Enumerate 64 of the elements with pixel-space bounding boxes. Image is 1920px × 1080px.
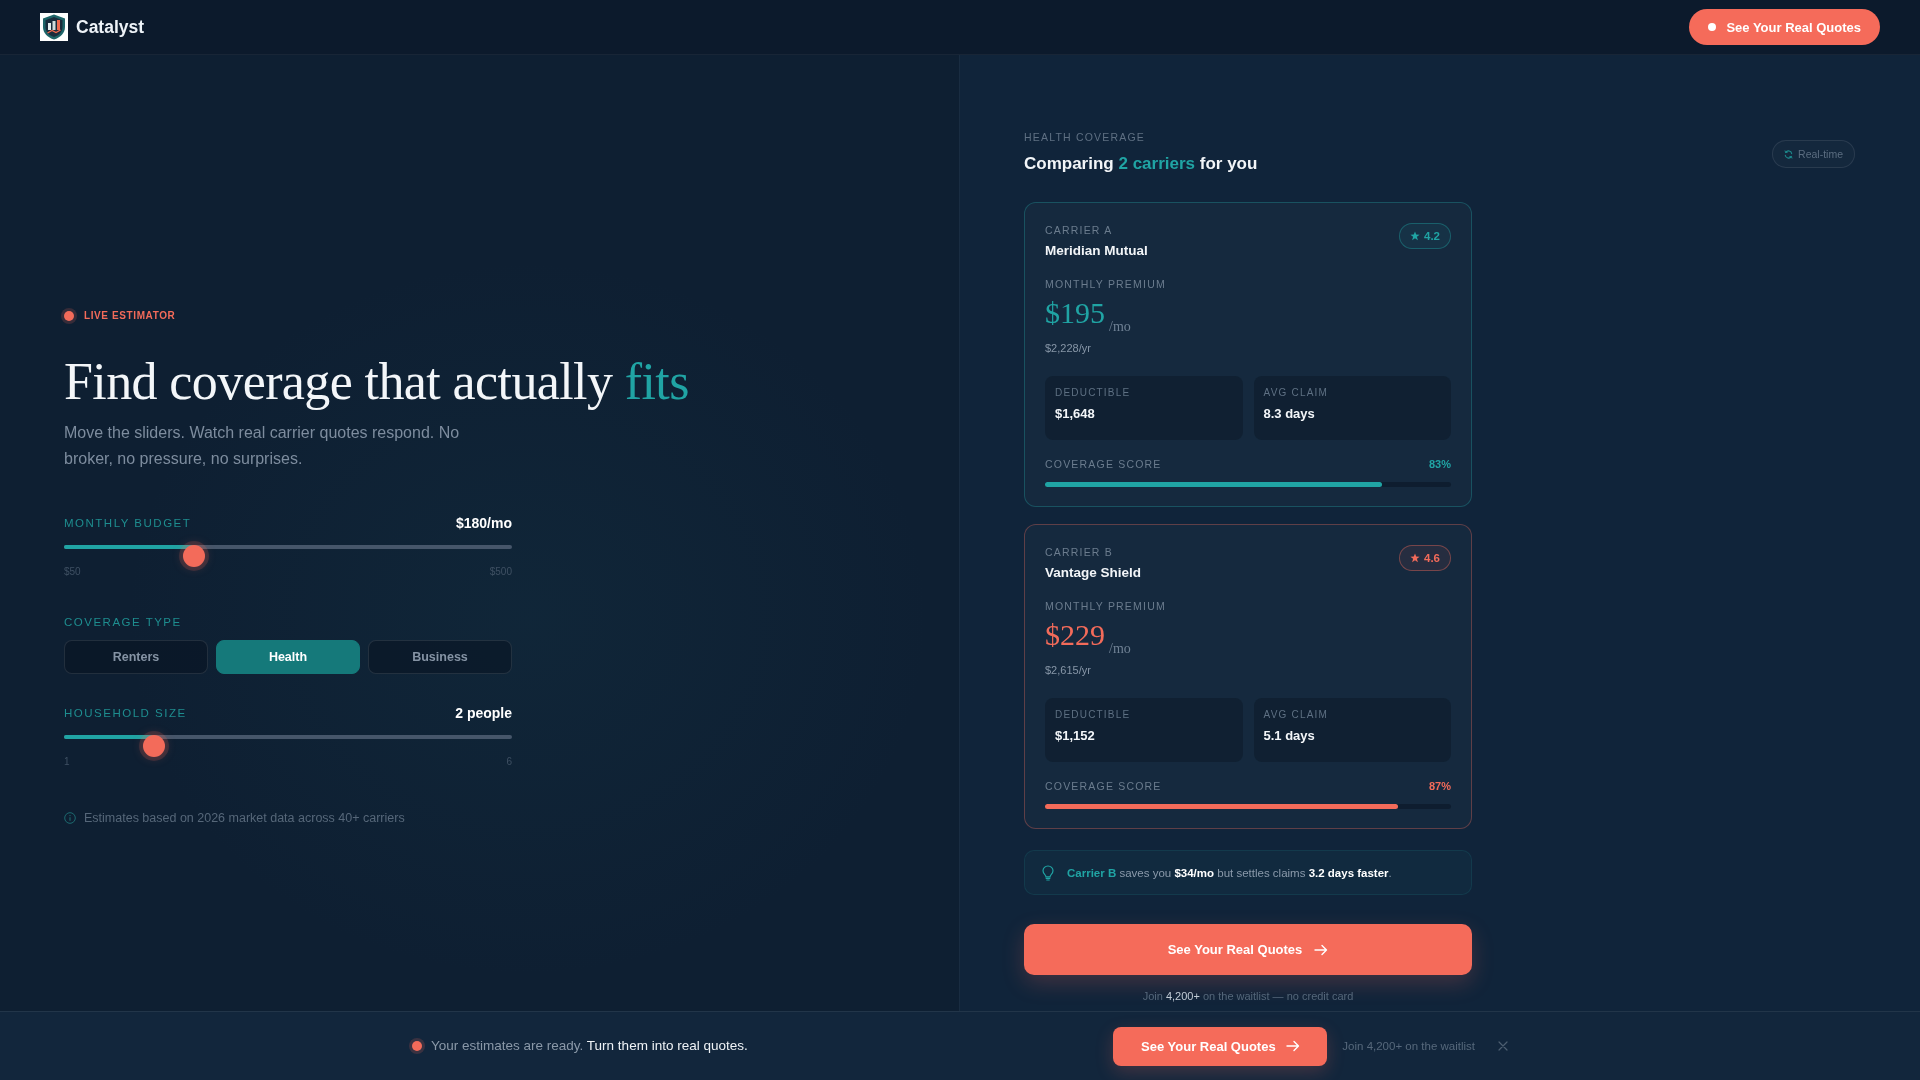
star-icon <box>1410 231 1420 241</box>
banner-message: Your estimates are ready. Turn them into real quotes. <box>431 1037 748 1055</box>
arrow-right-icon <box>1285 1040 1300 1052</box>
stat-label: AVG CLAIM <box>1263 708 1330 721</box>
live-label: LIVE ESTIMATOR <box>84 309 176 323</box>
headline: Find coverage that actually fits <box>64 353 690 410</box>
carrier-tag: CARRIER A <box>1045 223 1148 237</box>
coverage-type-option[interactable]: Renters <box>64 640 208 674</box>
close-button[interactable] <box>1498 1041 1508 1051</box>
score-label: COVERAGE SCORE <box>1045 457 1162 471</box>
stat-value: 8.3 days <box>1263 405 1316 423</box>
quotes-button[interactable]: See Your Real Quotes <box>1689 9 1880 45</box>
score-value: 87% <box>1428 779 1451 793</box>
stat-value: $1,152 <box>1055 727 1096 745</box>
stat-label: AVG CLAIM <box>1263 386 1330 399</box>
subtitle: Move the sliders. Watch real carrier quotes respond. No broker, no pressure, no surprises. <box>64 423 461 469</box>
quotes-button[interactable]: See Your Real Quotes <box>1024 924 1472 975</box>
brand-name: Catalyst <box>76 16 145 39</box>
comparison-heading: Comparing 2 carriers for you <box>1024 153 1258 175</box>
slider-value: $180/mo <box>455 515 512 531</box>
carrier-tag: CARRIER B <box>1045 545 1142 559</box>
carrier-name: Meridian Mutual <box>1045 242 1148 260</box>
price-unit: /mo <box>1109 642 1131 656</box>
yearly-price: $2,228/yr <box>1045 341 1092 356</box>
slider-value: 2 people <box>455 705 512 721</box>
estimate-note: Estimates based on 2026 market data across 40+ carriers <box>84 810 405 826</box>
rating-badge: 4.6 <box>1399 545 1451 571</box>
score-value: 83% <box>1428 457 1451 471</box>
premium-label: MONTHLY PREMIUM <box>1045 277 1167 291</box>
realtime-badge: Real-time <box>1772 140 1855 168</box>
quotes-button[interactable]: See Your Real Quotes <box>1113 1026 1328 1066</box>
section-label: HEALTH COVERAGE <box>1024 130 1147 144</box>
arrow-right-icon <box>1314 943 1329 956</box>
yearly-price: $2,615/yr <box>1045 663 1092 678</box>
live-dot-icon <box>64 311 74 321</box>
premium-label: MONTHLY PREMIUM <box>1045 599 1167 613</box>
stat-label: DEDUCTIBLE <box>1055 708 1132 721</box>
shield-logo-icon <box>40 13 68 41</box>
stat-label: DEDUCTIBLE <box>1055 386 1132 399</box>
dot-icon <box>1708 23 1717 31</box>
status-dot-icon <box>412 1041 422 1051</box>
slider-thumb[interactable] <box>142 735 165 757</box>
info-icon <box>64 812 76 824</box>
waitlist-note: Join 4,200+ on the waitlist <box>1342 1039 1475 1054</box>
waitlist-note: Join 4,200+ on the waitlist — no credit card <box>1141 989 1355 1004</box>
stat-value: $1,648 <box>1055 405 1096 423</box>
rating-badge: 4.2 <box>1399 223 1451 249</box>
price-amount: $195 <box>1045 297 1105 328</box>
tip-text: Carrier B saves you $34/mo but settles claims 3.2 days faster. <box>1067 865 1392 881</box>
lightbulb-icon <box>1042 864 1054 881</box>
coverage-type-option[interactable]: Business <box>368 640 512 674</box>
refresh-icon <box>1784 149 1794 159</box>
slider-thumb[interactable] <box>182 545 205 567</box>
slider-label: HOUSEHOLD SIZE <box>64 706 187 721</box>
close-icon <box>1498 1041 1508 1051</box>
coverage-type-option[interactable]: Health <box>216 640 360 674</box>
score-label: COVERAGE SCORE <box>1045 779 1162 793</box>
choice-label: COVERAGE TYPE <box>64 615 183 630</box>
star-icon <box>1410 553 1420 563</box>
carrier-name: Vantage Shield <box>1045 564 1142 582</box>
price-unit: /mo <box>1109 320 1131 334</box>
slider-label: MONTHLY BUDGET <box>64 516 192 531</box>
price-amount: $229 <box>1045 619 1105 650</box>
stat-value: 5.1 days <box>1263 727 1316 745</box>
